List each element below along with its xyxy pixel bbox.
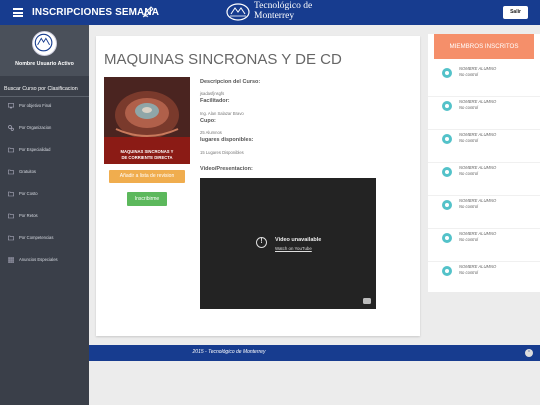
scroll-top-icon[interactable]: ⌃ xyxy=(525,349,533,357)
list-item[interactable]: NOMBRE ALUMNO No control xyxy=(428,262,540,295)
member-name: NOMBRE ALUMNO xyxy=(459,264,497,269)
caption-line-2: DE CORRIENTE DIRECTA xyxy=(121,155,173,160)
folder-icon xyxy=(8,235,14,241)
member-name: NOMBRE ALUMNO xyxy=(459,66,497,71)
add-to-review-button[interactable]: Añadir a lista de revision xyxy=(109,170,185,183)
list-item[interactable]: NOMBRE ALUMNO No control xyxy=(428,130,540,163)
video-player[interactable]: ! Video unavailable Watch on YouTube xyxy=(200,178,376,309)
avatar[interactable] xyxy=(32,31,57,56)
alert-icon: ! xyxy=(256,237,267,248)
sidebar-item-label: Anuncios Especiales xyxy=(19,257,58,262)
app-title: INSCRIPCIONES SEMANA xyxy=(32,7,160,18)
list-item[interactable]: NOMBRE ALUMNO No control xyxy=(428,64,540,97)
user-icon xyxy=(442,68,452,78)
user-icon xyxy=(442,167,452,177)
user-icon xyxy=(442,101,452,111)
description-value: jsadasfjnsgfs xyxy=(200,91,225,96)
quota-value: 25 Alumnos xyxy=(200,130,222,135)
folder-icon xyxy=(8,169,14,175)
grid-icon xyxy=(8,257,14,263)
sidebar-item-gratuitos[interactable]: Gratuitos xyxy=(8,168,88,178)
member-name: NOMBRE ALUMNO xyxy=(459,231,497,236)
folder-icon xyxy=(8,213,14,219)
user-icon xyxy=(442,134,452,144)
course-image-caption: MAQUINAS SINCRONAS Y DE CORRIENTE DIRECT… xyxy=(104,149,190,161)
member-name: NOMBRE ALUMNO xyxy=(459,198,497,203)
sidebar-item-label: Por Competencias xyxy=(19,235,54,240)
sidebar-item-objetivo[interactable]: Por objetivo Final xyxy=(8,102,88,112)
video-unavailable-text: Video unavailable xyxy=(275,237,322,243)
user-logo-icon xyxy=(34,33,53,52)
members-panel: MIEMBROS INSCRITOS NOMBRE ALUMNO No cont… xyxy=(428,34,540,292)
list-item[interactable]: NOMBRE ALUMNO No control xyxy=(428,97,540,130)
member-control: No control xyxy=(459,270,479,275)
user-icon xyxy=(442,200,452,210)
description-label: Descripcion del Curso: xyxy=(200,79,261,85)
sidebar-item-anuncios[interactable]: Anuncios Especiales xyxy=(8,256,88,266)
sidebar-item-label: Por Retos xyxy=(19,213,38,218)
enroll-button[interactable]: Inscribirme xyxy=(127,192,167,206)
youtube-icon[interactable] xyxy=(363,298,371,304)
sidebar-item-label: Gratuitos xyxy=(19,169,36,174)
member-control: No control xyxy=(459,171,479,176)
member-control: No control xyxy=(459,72,479,77)
folder-icon xyxy=(8,147,14,153)
menu-icon[interactable] xyxy=(13,8,23,17)
watch-on-youtube-link[interactable]: Watch on YouTube xyxy=(275,246,312,251)
sidebar-item-label: Por Especialidad xyxy=(19,147,51,152)
sidebar-item-label: Por Organizacion xyxy=(19,125,52,130)
member-name: NOMBRE ALUMNO xyxy=(459,165,497,170)
member-control: No control xyxy=(459,138,479,143)
cogs-icon xyxy=(8,125,14,131)
user-icon xyxy=(442,233,452,243)
facilitator-value: Ing. Alan Salazar Bravo xyxy=(200,111,244,116)
logo-text: Tecnológico de Monterrey xyxy=(254,1,312,21)
footer: 2015 - Tecnológico de Monterrey ⌃ xyxy=(89,345,540,361)
sidebar: Nombre Usuario Activo Buscar Curso por C… xyxy=(0,25,89,405)
member-control: No control xyxy=(459,105,479,110)
list-item[interactable]: NOMBRE ALUMNO No control xyxy=(428,196,540,229)
course-title: MAQUINAS SINCRONAS Y DE CD xyxy=(104,51,342,68)
list-item[interactable]: NOMBRE ALUMNO No control xyxy=(428,229,540,262)
pencil-icon xyxy=(142,6,154,18)
course-card: MAQUINAS SINCRONAS Y DE CD MAQUINAS SINC… xyxy=(96,36,420,336)
sidebar-item-competencias[interactable]: Por Competencias xyxy=(8,234,88,244)
sidebar-item-label: Por Costo xyxy=(19,191,38,196)
logo-line-2: Monterrey xyxy=(254,10,295,21)
sidebar-item-organizacion[interactable]: Por Organizacion xyxy=(8,124,88,134)
member-control: No control xyxy=(459,204,479,209)
facilitator-label: Facilitador: xyxy=(200,98,230,104)
sidebar-heading: Buscar Curso por Clasificacion xyxy=(4,86,78,92)
exit-button[interactable]: Salir xyxy=(503,6,528,19)
top-bar: INSCRIPCIONES SEMANA Tecnológico de Mont… xyxy=(0,0,540,25)
tec-emblem-icon xyxy=(226,3,250,21)
sidebar-item-especialidad[interactable]: Por Especialidad xyxy=(8,146,88,156)
members-header: MIEMBROS INSCRITOS xyxy=(434,34,534,59)
available-value: 15 Lugares Disponibles xyxy=(200,150,244,155)
user-name: Nombre Usuario Activo xyxy=(15,61,74,67)
sidebar-item-costo[interactable]: Por Costo xyxy=(8,190,88,200)
list-item[interactable]: NOMBRE ALUMNO No control xyxy=(428,163,540,196)
user-icon xyxy=(442,266,452,276)
sidebar-item-retos[interactable]: Por Retos xyxy=(8,212,88,222)
monitor-icon xyxy=(8,103,14,109)
profile-panel: Nombre Usuario Activo xyxy=(0,25,89,76)
member-control: No control xyxy=(459,237,479,242)
quota-label: Cupo: xyxy=(200,118,216,124)
course-image: MAQUINAS SINCRONAS Y DE CORRIENTE DIRECT… xyxy=(104,77,190,164)
sidebar-item-label: Por objetivo Final xyxy=(19,103,52,108)
available-label: lugares disponibles: xyxy=(200,137,254,143)
folder-icon xyxy=(8,191,14,197)
member-name: NOMBRE ALUMNO xyxy=(459,132,497,137)
footer-text: 2015 - Tecnológico de Monterrey xyxy=(192,349,266,355)
member-name: NOMBRE ALUMNO xyxy=(459,99,497,104)
video-label: Video/Presentacion: xyxy=(200,166,253,172)
sidebar-divider xyxy=(0,96,89,97)
tec-logo: Tecnológico de Monterrey xyxy=(226,1,326,22)
